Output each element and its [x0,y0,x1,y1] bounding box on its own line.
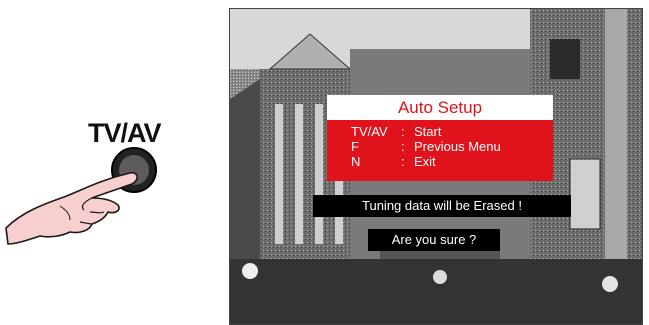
pressing-hand-icon [5,147,157,245]
menu-key: TV/AV [351,124,388,139]
tv-screen: Auto Setup TV/AV : Start F : Previous Me… [229,8,643,325]
menu-separator: : [401,154,405,169]
menu-action: Exit [414,154,436,169]
menu-action: Previous Menu [414,139,501,154]
menu-item-exit[interactable]: N : Exit [351,154,553,169]
warning-message: Tuning data will be Erased ! [313,195,571,217]
remote-illustration: TV/AV [0,0,220,325]
menu-separator: : [401,124,405,139]
menu-action: Start [414,124,442,139]
menu-body: TV/AV : Start F : Previous Menu N : Exit [327,120,553,181]
menu-key: N [351,154,361,169]
auto-setup-menu: Auto Setup TV/AV : Start F : Previous Me… [327,95,553,187]
confirm-prompt[interactable]: Are you sure ? [368,229,500,251]
menu-key: F [351,139,359,154]
menu-title: Auto Setup [327,95,553,120]
menu-item-previous-menu[interactable]: F : Previous Menu [351,139,553,154]
menu-item-start[interactable]: TV/AV : Start [351,124,553,139]
menu-separator: : [401,139,405,154]
